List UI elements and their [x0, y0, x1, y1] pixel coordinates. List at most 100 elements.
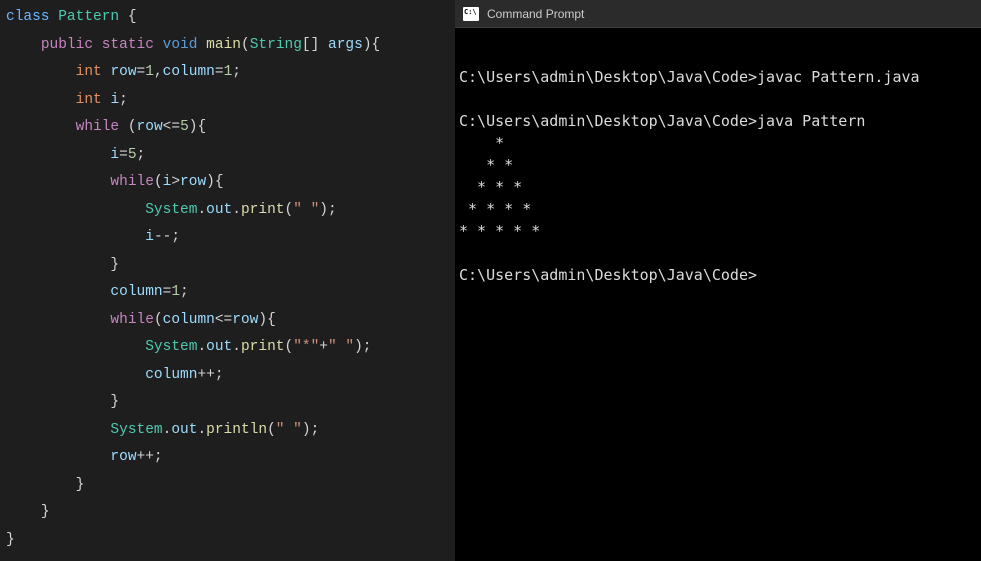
code-token: ,: [154, 64, 163, 80]
code-token: ){: [189, 119, 206, 135]
code-line[interactable]: }: [0, 472, 455, 500]
code-line[interactable]: int i;: [0, 87, 455, 115]
code-token: row: [232, 312, 258, 328]
code-token: ;: [232, 64, 241, 80]
code-token: while: [76, 119, 128, 135]
code-line[interactable]: i--;: [0, 224, 455, 252]
terminal-line: *: [459, 132, 977, 154]
code-token: String: [250, 37, 302, 53]
code-line[interactable]: }: [0, 527, 455, 555]
code-token: int: [76, 92, 111, 108]
code-line[interactable]: System.out.print(" ");: [0, 197, 455, 225]
code-line[interactable]: }: [0, 389, 455, 417]
code-token: }: [76, 477, 85, 493]
code-token: (: [128, 119, 137, 135]
code-token: Pattern: [58, 9, 128, 25]
code-token: static: [102, 37, 163, 53]
code-token: .: [197, 422, 206, 438]
code-line[interactable]: class Pattern {: [0, 4, 455, 32]
terminal-line: * *: [459, 154, 977, 176]
code-line[interactable]: }: [0, 499, 455, 527]
code-token: =: [215, 64, 224, 80]
code-token: (: [267, 422, 276, 438]
code-token: (: [154, 174, 163, 190]
terminal-line: [459, 242, 977, 264]
code-token: args: [328, 37, 363, 53]
code-token: " ": [293, 202, 319, 218]
code-token: =: [137, 64, 146, 80]
terminal-title-text: Command Prompt: [487, 7, 584, 21]
terminal-line: [459, 88, 977, 110]
code-token: class: [6, 9, 58, 25]
code-line[interactable]: System.out.println(" ");: [0, 417, 455, 445]
code-token: ++;: [137, 449, 163, 465]
code-token: (: [241, 37, 250, 53]
terminal-line: * * * * *: [459, 220, 977, 242]
code-token: );: [302, 422, 319, 438]
code-token: i: [145, 229, 154, 245]
code-line[interactable]: while(column<=row){: [0, 307, 455, 335]
code-token: " ": [276, 422, 302, 438]
code-token: row: [110, 64, 136, 80]
code-token: row: [110, 449, 136, 465]
code-token: ;: [137, 147, 146, 163]
code-line[interactable]: System.out.print("*"+" ");: [0, 334, 455, 362]
code-token: out: [206, 339, 232, 355]
code-token: ){: [258, 312, 275, 328]
code-token: ){: [206, 174, 223, 190]
code-token: System: [145, 339, 197, 355]
code-token: ;: [119, 92, 128, 108]
code-line[interactable]: column=1;: [0, 279, 455, 307]
terminal-line: * * * *: [459, 198, 977, 220]
cmd-icon: [463, 7, 479, 21]
code-token: []: [302, 37, 328, 53]
terminal-window: Command Prompt C:\Users\admin\Desktop\Ja…: [455, 0, 981, 561]
code-token: (: [284, 202, 293, 218]
code-token: <=: [215, 312, 232, 328]
code-token: System: [145, 202, 197, 218]
code-token: 1: [145, 64, 154, 80]
code-token: while: [110, 174, 154, 190]
code-token: 1: [224, 64, 233, 80]
code-token: (: [154, 312, 163, 328]
code-token: .: [232, 202, 241, 218]
code-content[interactable]: class Pattern { public static void main(…: [0, 4, 455, 554]
code-line[interactable]: int row=1,column=1;: [0, 59, 455, 87]
code-line[interactable]: column++;: [0, 362, 455, 390]
code-token: 5: [128, 147, 137, 163]
code-token: .: [232, 339, 241, 355]
terminal-line: C:\Users\admin\Desktop\Java\Code>javac P…: [459, 66, 977, 88]
terminal-titlebar[interactable]: Command Prompt: [455, 0, 981, 28]
code-token: =: [119, 147, 128, 163]
code-token: " ": [328, 339, 354, 355]
code-token: .: [197, 202, 206, 218]
code-token: .: [197, 339, 206, 355]
code-line[interactable]: while (row<=5){: [0, 114, 455, 142]
code-token: System: [110, 422, 162, 438]
code-editor[interactable]: class Pattern { public static void main(…: [0, 0, 455, 561]
code-token: print: [241, 202, 285, 218]
code-token: }: [41, 504, 50, 520]
terminal-line: C:\Users\admin\Desktop\Java\Code>: [459, 264, 977, 286]
code-token: 1: [171, 284, 180, 300]
code-token: println: [206, 422, 267, 438]
code-line[interactable]: public static void main(String[] args){: [0, 32, 455, 60]
code-token: column: [110, 284, 162, 300]
code-token: "*": [293, 339, 319, 355]
terminal-output[interactable]: C:\Users\admin\Desktop\Java\Code>javac P…: [455, 28, 981, 561]
code-token: i: [110, 92, 119, 108]
code-token: i: [110, 147, 119, 163]
code-token: ++;: [197, 367, 223, 383]
code-token: ){: [363, 37, 380, 53]
code-line[interactable]: i=5;: [0, 142, 455, 170]
code-token: row: [137, 119, 163, 135]
code-token: }: [110, 394, 119, 410]
code-token: );: [354, 339, 371, 355]
code-line[interactable]: while(i>row){: [0, 169, 455, 197]
code-line[interactable]: }: [0, 252, 455, 280]
code-line[interactable]: row++;: [0, 444, 455, 472]
code-token: while: [110, 312, 154, 328]
code-token: {: [128, 9, 137, 25]
code-token: print: [241, 339, 285, 355]
code-token: +: [319, 339, 328, 355]
